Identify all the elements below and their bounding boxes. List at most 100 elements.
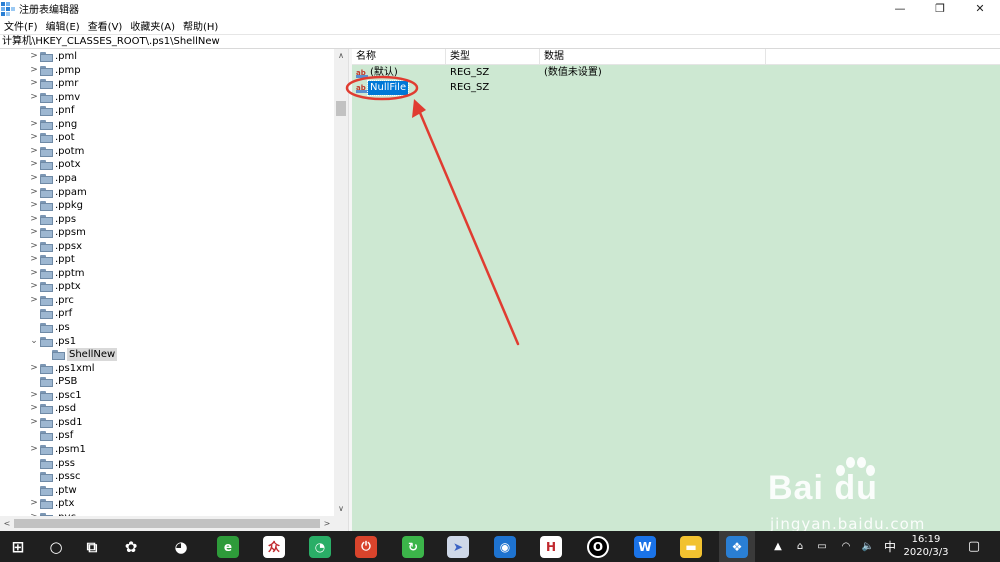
chevron-right-icon[interactable]: > — [30, 119, 38, 129]
chevron-right-icon[interactable]: > — [30, 444, 38, 454]
tree-item[interactable]: > .potx — [0, 158, 334, 172]
maximize-button[interactable]: ❐ — [920, 0, 960, 17]
tree-item[interactable]: > .pps — [0, 213, 334, 227]
chevron-right-icon[interactable]: > — [30, 417, 38, 427]
tree-item[interactable]: > .pmr — [0, 77, 334, 91]
menu-file[interactable]: 文件(F) — [0, 18, 42, 33]
chevron-right-icon[interactable]: > — [30, 200, 38, 210]
taskbar-red-app-button[interactable]: 众 — [256, 531, 292, 562]
wifi-icon[interactable]: ◠ — [836, 531, 856, 562]
show-hidden-icons-icon[interactable]: ▲ — [768, 531, 788, 562]
tree-item[interactable]: .psf — [0, 429, 334, 443]
display-icon[interactable]: ▭ — [812, 531, 832, 562]
tree-scroll-thumb[interactable] — [336, 101, 346, 116]
chevron-right-icon[interactable]: > — [30, 51, 38, 61]
tree-item[interactable]: > .ppsx — [0, 240, 334, 254]
close-button[interactable]: ✕ — [960, 0, 1000, 17]
chevron-right-icon[interactable]: > — [30, 132, 38, 142]
tree-item[interactable]: > .ppt — [0, 253, 334, 267]
taskbar-power-app-button[interactable]: ⏻ — [348, 531, 384, 562]
tree-item[interactable]: > .ppa — [0, 172, 334, 186]
tree-item[interactable]: .PSB — [0, 375, 334, 389]
notification-icon[interactable]: ▢ — [962, 531, 986, 562]
chevron-right-icon[interactable]: > — [30, 173, 38, 183]
taskbar-clock[interactable]: 16:19 2020/3/3 — [900, 533, 952, 559]
tree-item[interactable]: > .psc1 — [0, 389, 334, 403]
tree-hscroll-thumb[interactable] — [14, 519, 320, 528]
tree-item[interactable]: > .pmv — [0, 91, 334, 105]
menu-view[interactable]: 查看(V) — [84, 18, 127, 33]
taskbar-paper-plane-button[interactable]: ➤ — [440, 531, 476, 562]
taskbar-h-app-button[interactable]: H — [533, 531, 569, 562]
taskbar-task-view-button[interactable]: ⧉ — [74, 531, 110, 562]
chevron-right-icon[interactable]: > — [30, 498, 38, 508]
column-header-data[interactable]: 数据 — [540, 49, 766, 65]
tree-item[interactable]: > .ppam — [0, 186, 334, 200]
tree-item[interactable]: > .psm1 — [0, 443, 334, 457]
scroll-right-arrow-icon[interactable]: > — [320, 516, 334, 531]
taskbar-regedit-button[interactable]: ❖ — [719, 531, 755, 562]
chevron-right-icon[interactable]: > — [30, 146, 38, 156]
taskbar-penguin-app-button[interactable]: ◉ — [487, 531, 523, 562]
tree-item[interactable]: .pss — [0, 457, 334, 471]
chevron-right-icon[interactable]: > — [30, 78, 38, 88]
tree-item[interactable]: > .ps1xml — [0, 362, 334, 376]
chevron-right-icon[interactable]: > — [30, 254, 38, 264]
tree-item[interactable]: ⌄ .ps1 — [0, 335, 334, 349]
taskbar-search-button[interactable]: ○ — [38, 531, 74, 562]
chevron-right-icon[interactable]: > — [30, 159, 38, 169]
tree-item[interactable]: > .pot — [0, 131, 334, 145]
tree-item[interactable]: .ptw — [0, 484, 334, 498]
taskbar-wps-button[interactable]: W — [627, 531, 663, 562]
tree-item[interactable]: .pssc — [0, 470, 334, 484]
chevron-right-icon[interactable]: > — [30, 295, 38, 305]
chevron-right-icon[interactable]: > — [30, 227, 38, 237]
tree-item[interactable]: .ps — [0, 321, 334, 335]
tree-item[interactable]: > .pptm — [0, 267, 334, 281]
tree-item[interactable]: .pnf — [0, 104, 334, 118]
tree-item[interactable]: > .ppsm — [0, 226, 334, 240]
tree-item[interactable]: > .psd1 — [0, 416, 334, 430]
tree-horizontal-scrollbar[interactable]: < > — [0, 516, 348, 531]
chevron-right-icon[interactable]: > — [30, 281, 38, 291]
taskbar-browser-button[interactable]: e — [210, 531, 246, 562]
menu-help[interactable]: 帮助(H) — [179, 18, 222, 33]
column-header-name[interactable]: 名称 — [352, 49, 446, 65]
chevron-down-icon[interactable]: ⌄ — [30, 336, 38, 346]
battery-icon[interactable]: ⌂ — [790, 531, 810, 562]
input-method-icon[interactable]: 中 — [880, 531, 900, 562]
taskbar-pinwheel-app-button[interactable]: ✿ — [113, 531, 149, 562]
tree-item[interactable]: > .ptx — [0, 497, 334, 511]
chevron-right-icon[interactable]: > — [30, 241, 38, 251]
taskbar-refresh-app-button[interactable]: ↻ — [395, 531, 431, 562]
tree-item[interactable]: > .png — [0, 118, 334, 132]
menu-favorites[interactable]: 收藏夹(A) — [126, 18, 179, 33]
volume-icon[interactable]: 🔈 — [858, 531, 878, 562]
tree-item[interactable]: > .pmp — [0, 64, 334, 78]
chevron-right-icon[interactable]: > — [30, 363, 38, 373]
tree-item[interactable]: > .prc — [0, 294, 334, 308]
taskbar-start-button[interactable]: ⊞ — [0, 531, 36, 562]
tree-item[interactable]: ShellNew — [0, 348, 334, 362]
tree-item[interactable]: .prf — [0, 307, 334, 321]
chevron-right-icon[interactable]: > — [30, 214, 38, 224]
scroll-up-arrow-icon[interactable]: ∧ — [334, 49, 348, 63]
taskbar-ring-app-button[interactable]: O — [580, 531, 616, 562]
minimize-button[interactable]: — — [880, 0, 920, 17]
chevron-right-icon[interactable]: > — [30, 403, 38, 413]
tree-item[interactable]: > .pptx — [0, 280, 334, 294]
chevron-right-icon[interactable]: > — [30, 65, 38, 75]
tree-item[interactable]: > .pml — [0, 50, 334, 64]
menu-edit[interactable]: 编辑(E) — [42, 18, 84, 33]
chevron-right-icon[interactable]: > — [30, 268, 38, 278]
tree-vertical-scrollbar[interactable]: ∧ ∨ — [334, 49, 348, 516]
taskbar-qq-button[interactable]: ◕ — [163, 531, 199, 562]
value-row[interactable]: ab NullFile REG_SZ — [352, 80, 1000, 96]
tree-item[interactable]: > .psd — [0, 402, 334, 416]
address-bar[interactable]: 计算机\HKEY_CLASSES_ROOT\.ps1\ShellNew — [0, 34, 1000, 49]
chevron-right-icon[interactable]: > — [30, 390, 38, 400]
chevron-right-icon[interactable]: > — [30, 187, 38, 197]
taskbar-file-explorer-button[interactable]: ▬ — [673, 531, 709, 562]
tree-item[interactable]: > .ppkg — [0, 199, 334, 213]
tree-item[interactable]: > .potm — [0, 145, 334, 159]
